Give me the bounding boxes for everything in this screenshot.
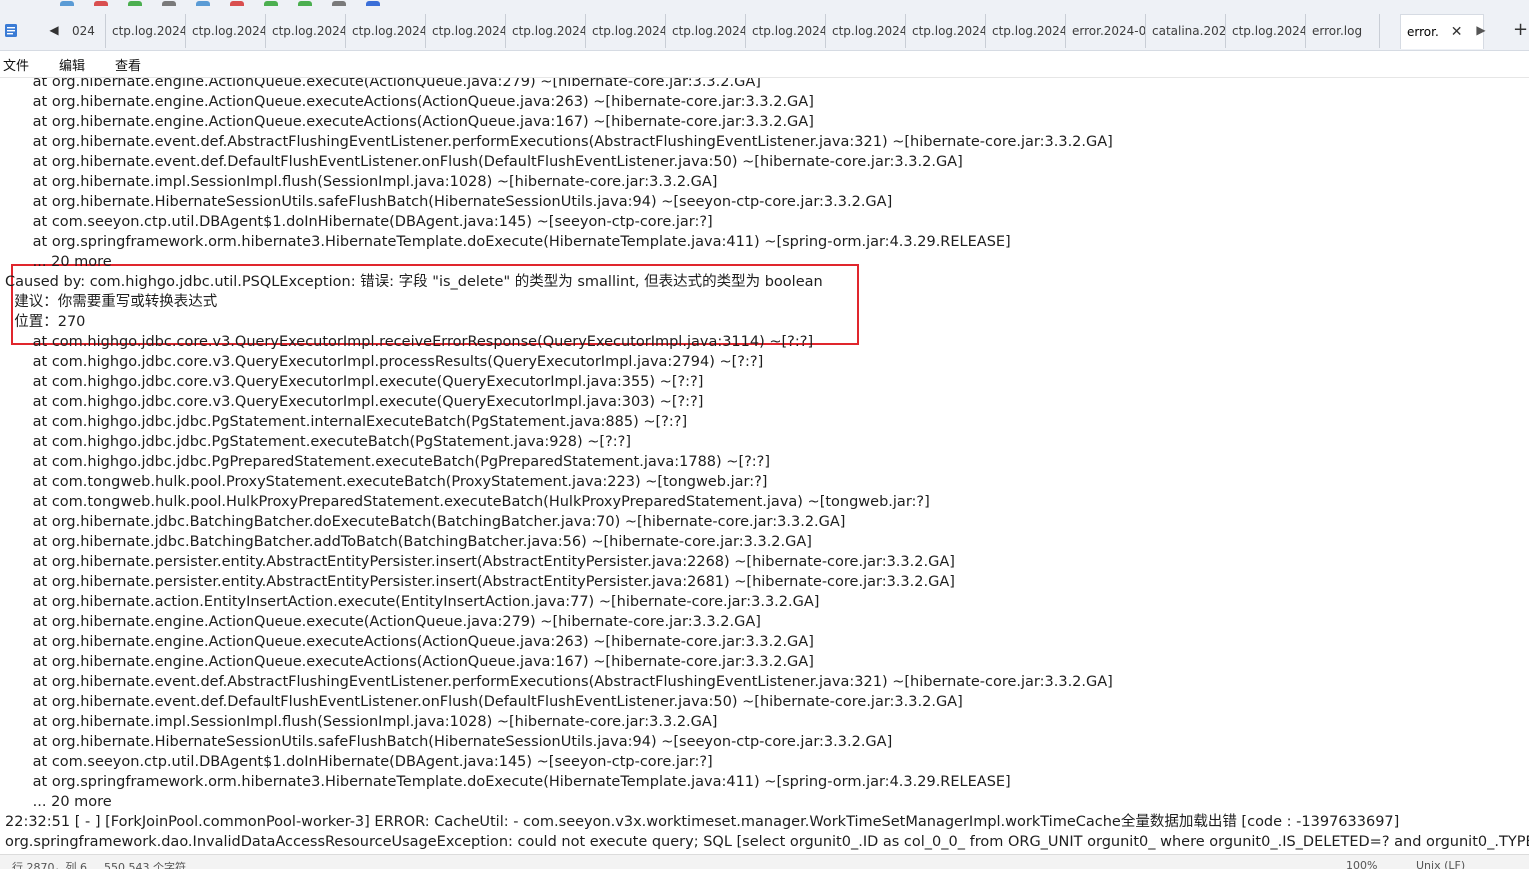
log-line: at org.hibernate.persister.entity.Abstra… — [5, 554, 955, 570]
log-line: at org.hibernate.event.def.DefaultFlushE… — [5, 154, 963, 170]
log-line: at com.seeyon.ctp.util.DBAgent$1.doInHib… — [5, 754, 713, 770]
toolbar-icon[interactable] — [298, 1, 312, 6]
log-line: at org.hibernate.impl.SessionImpl.flush(… — [5, 174, 718, 190]
tabs-scroll-left-button[interactable]: ◀ — [48, 22, 60, 38]
log-line: at org.hibernate.event.def.DefaultFlushE… — [5, 694, 963, 710]
log-line: at org.hibernate.engine.ActionQueue.exec… — [5, 634, 814, 650]
toolbar-icon[interactable] — [196, 1, 210, 6]
log-line: at com.tongweb.hulk.pool.ProxyStatement.… — [5, 474, 768, 490]
log-line: at org.hibernate.engine.ActionQueue.exec… — [5, 94, 814, 110]
log-line: at com.tongweb.hulk.pool.HulkProxyPrepar… — [5, 494, 930, 510]
log-line: Caused by: com.highgo.jdbc.util.PSQLExce… — [5, 274, 823, 290]
tab[interactable]: ctp.log.2024 — [746, 14, 826, 48]
tabs-scroll-right-button[interactable]: ▶ — [1475, 22, 1487, 38]
tab-active[interactable]: error. ✕ — [1400, 14, 1484, 49]
log-line: at com.highgo.jdbc.core.v3.QueryExecutor… — [5, 334, 814, 350]
tab[interactable]: ctp.log.2024 — [346, 14, 426, 48]
log-line: at org.hibernate.event.def.AbstractFlush… — [5, 134, 1113, 150]
log-line: at org.hibernate.impl.SessionImpl.flush(… — [5, 714, 718, 730]
log-line: at org.hibernate.HibernateSessionUtils.s… — [5, 194, 893, 210]
log-line: org.springframework.dao.InvalidDataAcces… — [5, 834, 1529, 850]
log-line: 位置：270 — [5, 314, 86, 330]
log-line: at com.seeyon.ctp.util.DBAgent$1.doInHib… — [5, 214, 713, 230]
log-line: at org.hibernate.jdbc.BatchingBatcher.do… — [5, 514, 846, 530]
log-line: at com.highgo.jdbc.jdbc.PgStatement.inte… — [5, 414, 688, 430]
tab[interactable]: ctp.log.2024 — [186, 14, 266, 48]
menu-view[interactable]: 查看 — [115, 55, 141, 74]
tab-bar: ◀ 024 ctp.log.2024 ctp.log.2024 ctp.log.202… — [0, 0, 1529, 51]
toolbar-icon[interactable] — [264, 1, 278, 6]
status-bar: 行 2870，列 6 550,543 个字符 100% Unix (LF) — [0, 854, 1529, 869]
log-line: at org.springframework.orm.hibernate3.Hi… — [5, 234, 1011, 250]
menu-bar: 文件 编辑 查看 — [0, 51, 1529, 78]
log-line: at org.hibernate.event.def.AbstractFlush… — [5, 674, 1113, 690]
log-line: at com.highgo.jdbc.jdbc.PgPreparedStatem… — [5, 454, 771, 470]
plus-icon[interactable]: + — [1513, 18, 1529, 42]
tab[interactable]: catalina.2024 — [1146, 14, 1226, 48]
log-line: at org.hibernate.action.EntityInsertActi… — [5, 594, 820, 610]
log-line: ... 20 more — [5, 794, 112, 810]
log-line: 22:32:51 [ - ] [ForkJoinPool.commonPool-… — [5, 814, 1400, 830]
tab[interactable]: ctp.log.2024 — [1226, 14, 1306, 48]
toolbar-icon[interactable] — [162, 1, 176, 6]
log-line: at org.hibernate.jdbc.BatchingBatcher.ad… — [5, 534, 812, 550]
toolbar-icon[interactable] — [332, 1, 346, 6]
tab[interactable]: ctp.log.2024 — [826, 14, 906, 48]
log-line: at org.hibernate.engine.ActionQueue.exec… — [5, 114, 814, 130]
tab[interactable]: error.log — [1306, 14, 1380, 48]
tab[interactable]: ctp.log.2024 — [906, 14, 986, 48]
toolbar-icon[interactable] — [128, 1, 142, 6]
toolbar-icon[interactable] — [60, 1, 74, 6]
log-line: at org.hibernate.HibernateSessionUtils.s… — [5, 734, 893, 750]
log-line: at org.hibernate.engine.ActionQueue.exec… — [5, 78, 761, 90]
tab[interactable]: ctp.log.2024 — [666, 14, 746, 48]
toolbar-icon[interactable] — [366, 1, 380, 6]
log-line: ... 20 more — [5, 254, 112, 270]
log-line: at org.springframework.orm.hibernate3.Hi… — [5, 774, 1011, 790]
log-line: at org.hibernate.engine.ActionQueue.exec… — [5, 614, 761, 630]
toolbar-icon[interactable] — [230, 1, 244, 6]
log-line: at com.highgo.jdbc.core.v3.QueryExecutor… — [5, 354, 764, 370]
close-icon[interactable]: ✕ — [1451, 15, 1463, 49]
tab[interactable]: ctp.log.2024 — [506, 14, 586, 48]
log-line: at com.highgo.jdbc.core.v3.QueryExecutor… — [5, 394, 704, 410]
tab[interactable]: ctp.log.2024 — [586, 14, 666, 48]
tab-active-label: error. — [1407, 25, 1439, 39]
tab[interactable]: ctp.log.2024 — [986, 14, 1066, 48]
toolbar-strip — [60, 0, 580, 6]
tab[interactable]: ctp.log.2024 — [106, 14, 186, 48]
text-editor[interactable]: at org.hibernate.engine.ActionQueue.exec… — [0, 78, 1529, 854]
log-line: at com.highgo.jdbc.core.v3.QueryExecutor… — [5, 374, 704, 390]
menu-edit[interactable]: 编辑 — [59, 55, 85, 74]
tab-list: 024 ctp.log.2024 ctp.log.2024 ctp.log.2024 c… — [66, 14, 1484, 50]
toolbar-icon[interactable] — [94, 1, 108, 6]
log-line: at org.hibernate.persister.entity.Abstra… — [5, 574, 955, 590]
menu-file[interactable]: 文件 — [3, 55, 29, 74]
tab[interactable]: error.2024-0 — [1066, 14, 1146, 48]
tab[interactable]: ctp.log.2024 — [426, 14, 506, 48]
log-line: at org.hibernate.engine.ActionQueue.exec… — [5, 654, 814, 670]
tab[interactable]: ctp.log.2024 — [266, 14, 346, 48]
log-line: at com.highgo.jdbc.jdbc.PgStatement.exec… — [5, 434, 631, 450]
tab[interactable]: 024 — [66, 14, 106, 48]
notepad-icon — [5, 24, 17, 37]
log-line: 建议：你需要重写或转换表达式 — [5, 294, 218, 310]
